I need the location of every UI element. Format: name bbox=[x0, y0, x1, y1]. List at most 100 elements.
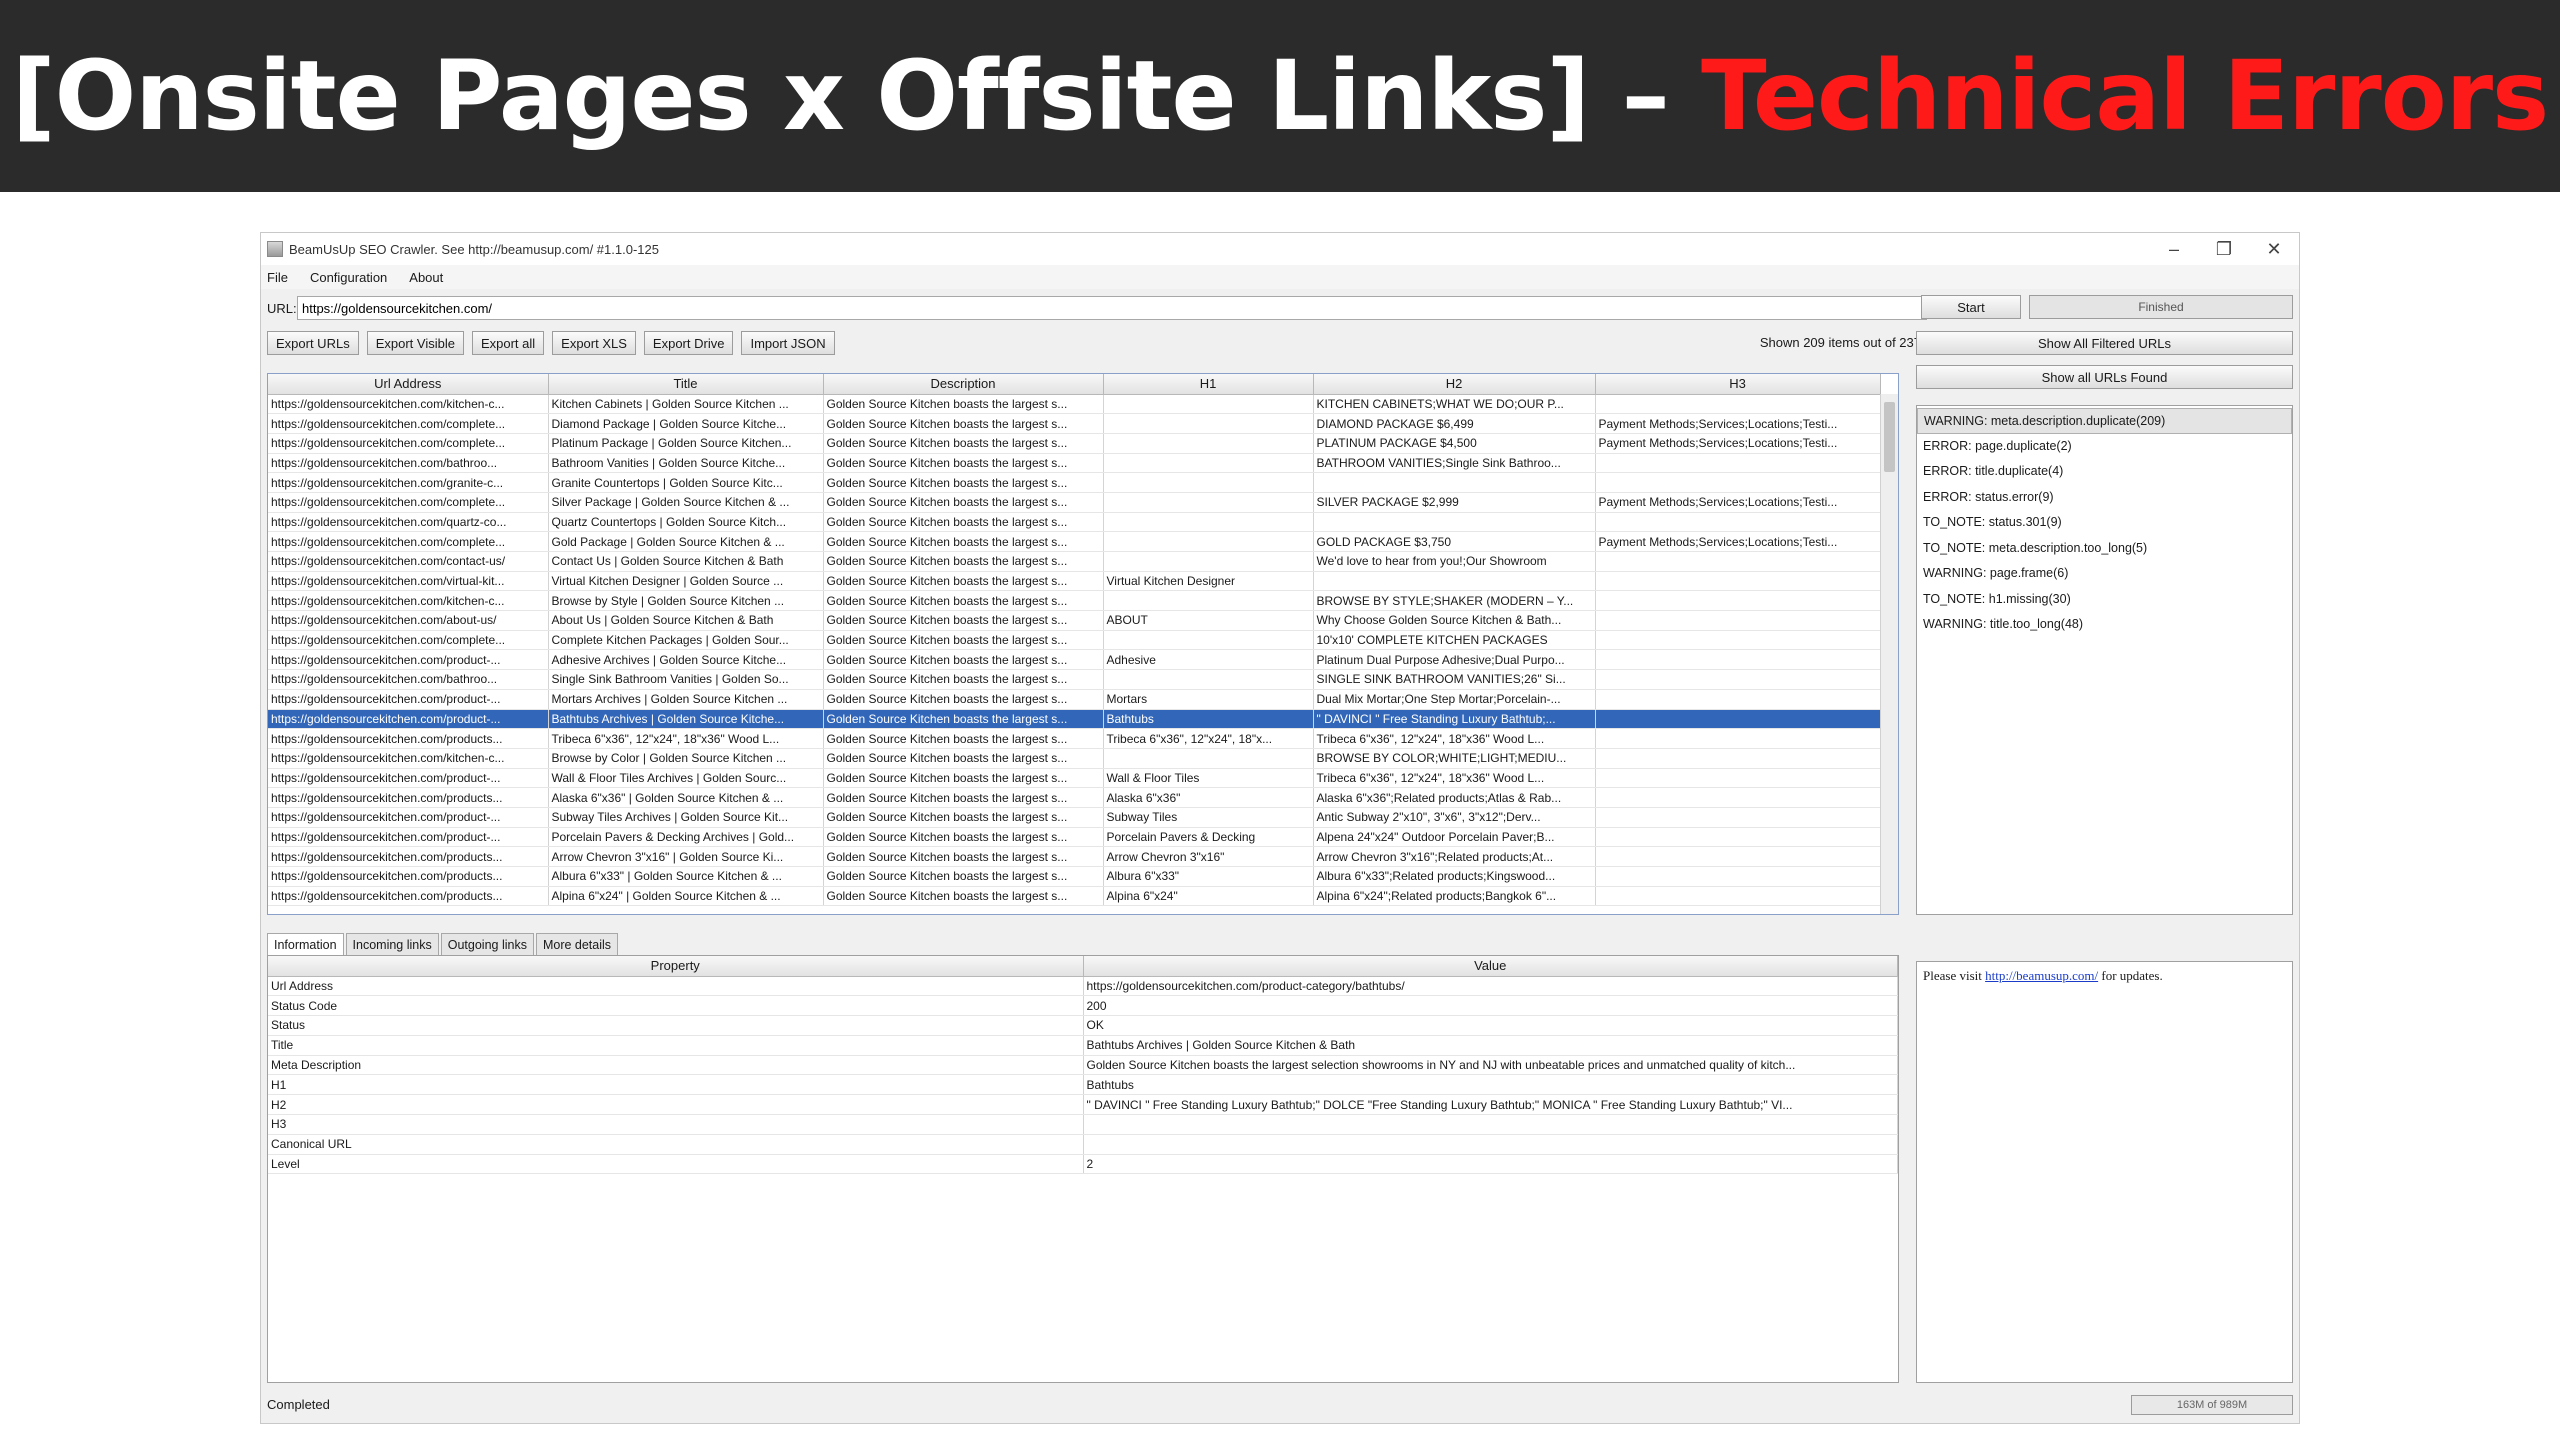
show-all-urls-button[interactable]: Show all URLs Found bbox=[1916, 365, 2293, 389]
tab-information[interactable]: Information bbox=[267, 933, 344, 955]
start-button[interactable]: Start bbox=[1921, 295, 2021, 319]
table-row[interactable]: https://goldensourcekitchen.com/complete… bbox=[268, 413, 1881, 434]
restore-button[interactable]: ❐ bbox=[2199, 233, 2249, 265]
show-filtered-urls-button[interactable]: Show All Filtered URLs bbox=[1916, 331, 2293, 355]
close-button[interactable]: ✕ bbox=[2249, 233, 2299, 265]
export-visible-button[interactable]: Export Visible bbox=[366, 331, 464, 355]
table-cell bbox=[1595, 846, 1881, 867]
table-row[interactable]: https://goldensourcekitchen.com/bathroo.… bbox=[268, 669, 1881, 690]
detail-row[interactable]: Canonical URL bbox=[268, 1134, 1898, 1155]
detail-row[interactable]: Status Code 200 bbox=[268, 995, 1898, 1017]
table-row[interactable]: https://goldensourcekitchen.com/virtual-… bbox=[268, 571, 1881, 592]
property-cell: H2 bbox=[268, 1094, 1084, 1116]
table-row[interactable]: https://goldensourcekitchen.com/quartz-c… bbox=[268, 512, 1881, 533]
title-bar: BeamUsUp SEO Crawler. See http://beamusu… bbox=[261, 233, 2299, 265]
table-cell: Arrow Chevron 3"x16" bbox=[1103, 846, 1314, 867]
crawl-progress-bar: Finished bbox=[2029, 295, 2293, 319]
table-cell: Bathtubs bbox=[1103, 709, 1314, 730]
detail-row[interactable]: H1 Bathtubs bbox=[268, 1074, 1898, 1096]
minimize-button[interactable]: – bbox=[2149, 233, 2199, 265]
table-cell bbox=[1103, 531, 1314, 552]
table-cell: Wall & Floor Tiles bbox=[1103, 768, 1314, 789]
table-row[interactable]: https://goldensourcekitchen.com/about-us… bbox=[268, 610, 1881, 631]
table-row[interactable]: https://goldensourcekitchen.com/products… bbox=[268, 787, 1881, 808]
column-header[interactable]: H1 bbox=[1103, 374, 1314, 395]
table-cell: Golden Source Kitchen boasts the largest… bbox=[823, 571, 1104, 592]
table-row[interactable]: https://goldensourcekitchen.com/complete… bbox=[268, 531, 1881, 552]
error-list-item[interactable]: TO_NOTE: meta.description.too_long(5) bbox=[1917, 536, 2292, 562]
table-cell: https://goldensourcekitchen.com/kitchen-… bbox=[268, 748, 549, 769]
table-cell bbox=[1595, 571, 1881, 592]
error-list-item[interactable]: ERROR: page.duplicate(2) bbox=[1917, 434, 2292, 460]
table-row[interactable]: https://goldensourcekitchen.com/product-… bbox=[268, 768, 1881, 789]
error-list-item[interactable]: TO_NOTE: h1.missing(30) bbox=[1917, 587, 2292, 613]
column-header[interactable]: Url Address bbox=[268, 374, 549, 395]
detail-row[interactable]: Title Bathtubs Archives | Golden Source K… bbox=[268, 1035, 1898, 1056]
error-list-item[interactable]: WARNING: meta.description.duplicate(209) bbox=[1917, 408, 2292, 434]
detail-row[interactable]: Status OK bbox=[268, 1015, 1898, 1036]
table-row[interactable]: https://goldensourcekitchen.com/kitchen-… bbox=[268, 748, 1881, 769]
table-row[interactable]: https://goldensourcekitchen.com/product-… bbox=[268, 709, 1881, 730]
import-json-button[interactable]: Import JSON bbox=[741, 331, 835, 355]
detail-row[interactable]: H3 bbox=[268, 1114, 1898, 1135]
menu-configuration[interactable]: Configuration bbox=[310, 270, 387, 285]
export-urls-button[interactable]: Export URLs bbox=[267, 331, 359, 355]
table-row[interactable]: https://goldensourcekitchen.com/products… bbox=[268, 846, 1881, 867]
column-header[interactable]: H3 bbox=[1595, 374, 1881, 395]
error-list-item[interactable]: WARNING: title.too_long(48) bbox=[1917, 612, 2292, 638]
table-row[interactable]: https://goldensourcekitchen.com/product-… bbox=[268, 689, 1881, 710]
table-cell bbox=[1103, 551, 1314, 572]
column-header[interactable]: Property bbox=[268, 956, 1084, 977]
tab-outgoing-links[interactable]: Outgoing links bbox=[440, 933, 534, 955]
table-row[interactable]: https://goldensourcekitchen.com/products… bbox=[268, 728, 1881, 749]
table-cell: Alaska 6"x36" bbox=[1103, 787, 1314, 808]
table-row[interactable]: https://goldensourcekitchen.com/complete… bbox=[268, 630, 1881, 651]
table-cell: Why Choose Golden Source Kitchen & Bath.… bbox=[1313, 610, 1596, 631]
url-table-scrollbar[interactable] bbox=[1880, 394, 1898, 914]
table-row[interactable]: https://goldensourcekitchen.com/kitchen-… bbox=[268, 590, 1881, 612]
detail-row[interactable]: Url Address https://goldensourcekitchen.c… bbox=[268, 976, 1898, 997]
error-list-item[interactable]: TO_NOTE: status.301(9) bbox=[1917, 510, 2292, 536]
url-input[interactable] bbox=[297, 296, 1927, 320]
table-row[interactable]: https://goldensourcekitchen.com/products… bbox=[268, 886, 1881, 907]
table-row[interactable]: https://goldensourcekitchen.com/product-… bbox=[268, 649, 1881, 671]
table-cell: Arrow Chevron 3"x16" | Golden Source Ki.… bbox=[548, 846, 824, 867]
table-cell: Alpina 6"x24" | Golden Source Kitchen & … bbox=[548, 886, 824, 907]
table-row[interactable]: https://goldensourcekitchen.com/contact-… bbox=[268, 551, 1881, 572]
error-list-item[interactable]: ERROR: status.error(9) bbox=[1917, 485, 2292, 511]
menu-about[interactable]: About bbox=[409, 270, 443, 285]
column-header[interactable]: Title bbox=[548, 374, 824, 395]
table-cell: Golden Source Kitchen boasts the largest… bbox=[823, 472, 1104, 493]
table-cell: Payment Methods;Services;Locations;Testi… bbox=[1595, 531, 1881, 552]
tab-incoming-links[interactable]: Incoming links bbox=[345, 933, 439, 955]
table-row[interactable]: https://goldensourcekitchen.com/granite-… bbox=[268, 472, 1881, 493]
tab-more-details[interactable]: More details bbox=[535, 933, 619, 955]
detail-row[interactable]: H2 " DAVINCI " Free Standing Luxury Batht… bbox=[268, 1094, 1898, 1116]
export-drive-button[interactable]: Export Drive bbox=[643, 331, 734, 355]
scrollbar-thumb[interactable] bbox=[1884, 402, 1895, 472]
column-header[interactable]: H2 bbox=[1313, 374, 1596, 395]
table-row[interactable]: https://goldensourcekitchen.com/product-… bbox=[268, 807, 1881, 828]
detail-row[interactable]: Level 2 bbox=[268, 1154, 1898, 1175]
column-header[interactable]: Description bbox=[823, 374, 1104, 395]
error-list-item[interactable]: ERROR: title.duplicate(4) bbox=[1917, 459, 2292, 485]
table-cell: BROWSE BY COLOR;WHITE;LIGHT;MEDIU... bbox=[1313, 748, 1596, 769]
table-cell: Antic Subway 2"x10", 3"x6", 3"x12";Derv.… bbox=[1313, 807, 1596, 828]
table-row[interactable]: https://goldensourcekitchen.com/kitchen-… bbox=[268, 394, 1881, 415]
table-row[interactable]: https://goldensourcekitchen.com/products… bbox=[268, 866, 1881, 887]
export-xls-button[interactable]: Export XLS bbox=[552, 331, 636, 355]
menu-bar: File Configuration About bbox=[261, 265, 2299, 289]
export-all-button[interactable]: Export all bbox=[471, 331, 545, 355]
menu-file[interactable]: File bbox=[267, 270, 288, 285]
beamusup-link[interactable]: http://beamusup.com/ bbox=[1985, 968, 2098, 983]
table-cell: https://goldensourcekitchen.com/contact-… bbox=[268, 551, 549, 572]
table-row[interactable]: https://goldensourcekitchen.com/complete… bbox=[268, 492, 1881, 513]
table-row[interactable]: https://goldensourcekitchen.com/bathroo.… bbox=[268, 453, 1881, 474]
table-cell: Alaska 6"x36" | Golden Source Kitchen & … bbox=[548, 787, 824, 808]
error-list-item[interactable]: WARNING: page.frame(6) bbox=[1917, 561, 2292, 587]
detail-row[interactable]: Meta Description Golden Source Kitchen bo… bbox=[268, 1055, 1898, 1076]
column-header[interactable]: Value bbox=[1083, 956, 1898, 977]
table-row[interactable]: https://goldensourcekitchen.com/complete… bbox=[268, 433, 1881, 454]
table-cell: Dual Mix Mortar;One Step Mortar;Porcelai… bbox=[1313, 689, 1596, 710]
table-row[interactable]: https://goldensourcekitchen.com/product-… bbox=[268, 827, 1881, 848]
